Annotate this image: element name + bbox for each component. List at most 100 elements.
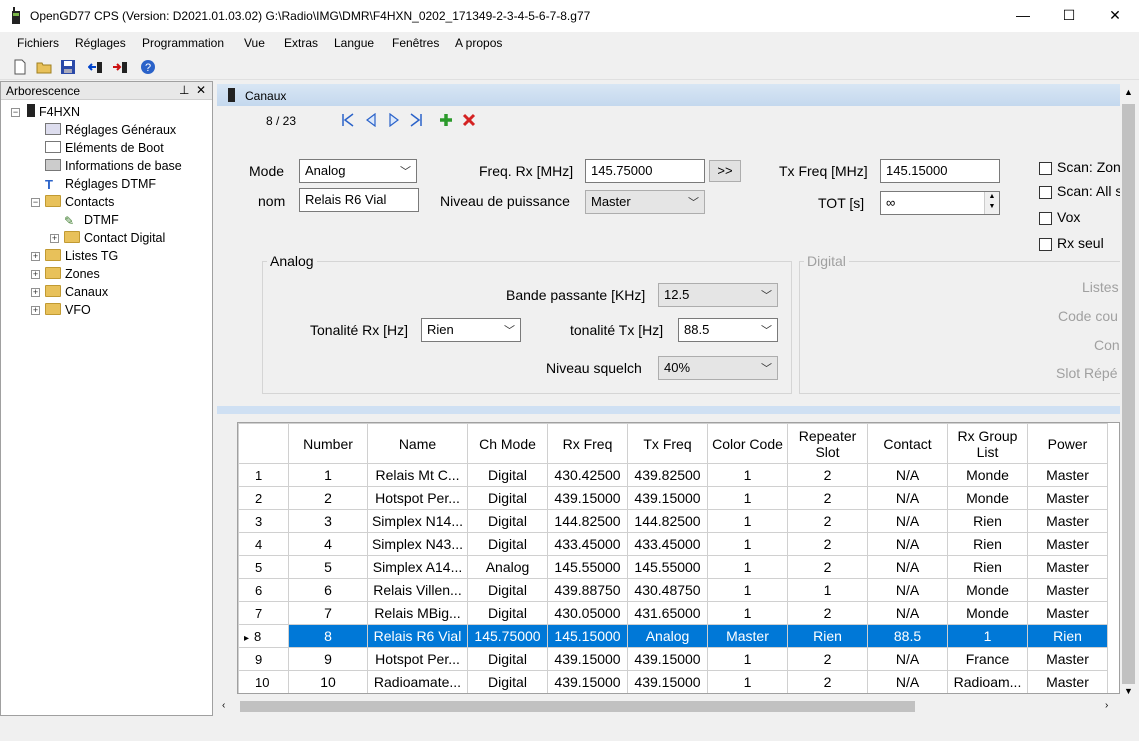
table-cell[interactable]: 431.65000 bbox=[627, 601, 708, 625]
table-cell[interactable]: 2 bbox=[787, 601, 868, 625]
tree-item-dtmf-settings[interactable]: T Réglages DTMF bbox=[45, 175, 156, 193]
tx-tone-select[interactable]: 88.5 ﹀ bbox=[678, 318, 778, 342]
table-cell[interactable]: 433.45000 bbox=[627, 532, 708, 556]
table-cell[interactable]: Master bbox=[1027, 509, 1108, 533]
table-cell[interactable]: Rien bbox=[787, 624, 868, 648]
col-color-code[interactable]: Color Code bbox=[707, 423, 788, 464]
table-cell[interactable]: Monde bbox=[947, 601, 1028, 625]
first-icon[interactable] bbox=[341, 113, 355, 127]
tree-item-zones[interactable]: Zones bbox=[45, 265, 100, 283]
tree-item-canaux[interactable]: Canaux bbox=[45, 283, 108, 301]
table-cell[interactable]: Relais R6 Vial bbox=[367, 624, 468, 648]
horizontal-scrollbar[interactable]: ‹ › bbox=[217, 698, 1120, 715]
bandwidth-select[interactable]: 12.5 ﹀ bbox=[658, 283, 778, 307]
table-row[interactable]: 6 6 Relais Villen... Digital 439.88750 430.48… bbox=[238, 578, 1108, 602]
table-cell[interactable]: 7 bbox=[288, 601, 368, 625]
menu-vue[interactable]: Vue bbox=[244, 36, 265, 50]
table-row[interactable]: 9 9 Hotspot Per... Digital 439.15000 439.1500… bbox=[238, 647, 1108, 671]
table-cell[interactable]: Digital bbox=[467, 670, 548, 693]
scroll-down-icon[interactable]: ▼ bbox=[1124, 686, 1133, 696]
table-cell[interactable]: N/A bbox=[867, 486, 948, 510]
table-cell[interactable]: N/A bbox=[867, 647, 948, 671]
table-cell[interactable]: Digital bbox=[467, 463, 548, 487]
col-contact[interactable]: Contact bbox=[867, 423, 948, 464]
minimize-button[interactable]: — bbox=[1000, 0, 1046, 31]
col-power[interactable]: Power bbox=[1027, 423, 1108, 464]
table-cell[interactable]: Master bbox=[1027, 578, 1108, 602]
table-cell[interactable]: Master bbox=[1027, 670, 1108, 693]
table-cell[interactable]: 1 bbox=[707, 463, 788, 487]
table-cell[interactable]: Master bbox=[1027, 601, 1108, 625]
row-header-cell[interactable]: 2 bbox=[238, 486, 289, 510]
table-cell[interactable]: Monde bbox=[947, 578, 1028, 602]
read-radio-icon[interactable] bbox=[88, 59, 104, 75]
table-cell[interactable]: 439.88750 bbox=[547, 578, 628, 602]
col-name[interactable]: Name bbox=[367, 423, 468, 464]
table-cell[interactable]: 439.15000 bbox=[547, 670, 628, 693]
add-icon[interactable] bbox=[438, 112, 454, 128]
table-cell[interactable]: 1 bbox=[707, 532, 788, 556]
table-cell[interactable]: 439.15000 bbox=[627, 486, 708, 510]
table-cell[interactable]: N/A bbox=[867, 509, 948, 533]
spinner-arrows-icon[interactable]: ▲ ▼ bbox=[984, 192, 999, 214]
table-cell[interactable]: Digital bbox=[467, 509, 548, 533]
expand-listes-tg-icon[interactable]: + bbox=[31, 252, 40, 261]
row-header-cell[interactable]: 1 bbox=[238, 463, 289, 487]
row-header-cell[interactable]: 10 bbox=[238, 670, 289, 693]
table-cell[interactable]: 1 bbox=[707, 601, 788, 625]
row-header-cell[interactable]: 7 bbox=[238, 601, 289, 625]
tot-input[interactable]: ∞ ▲ ▼ bbox=[880, 191, 1000, 215]
table-cell[interactable]: Analog bbox=[627, 624, 708, 648]
table-cell[interactable]: 1 bbox=[707, 555, 788, 579]
table-row[interactable]: 5 5 Simplex A14... Analog 145.55000 145.55000… bbox=[238, 555, 1108, 579]
table-cell[interactable]: 1 bbox=[787, 578, 868, 602]
table-cell[interactable]: N/A bbox=[867, 463, 948, 487]
table-cell[interactable]: Rien bbox=[947, 555, 1028, 579]
table-row[interactable]: ▸ 8 8 Relais R6 Vial 145.75000 145.15000 Analo… bbox=[238, 624, 1108, 648]
vox-checkbox[interactable] bbox=[1039, 212, 1052, 225]
table-cell[interactable]: 10 bbox=[288, 670, 368, 693]
table-cell[interactable]: Digital bbox=[467, 647, 548, 671]
scroll-right-icon[interactable]: › bbox=[1105, 700, 1108, 711]
table-cell[interactable]: N/A bbox=[867, 670, 948, 693]
expand-zones-icon[interactable]: + bbox=[31, 270, 40, 279]
table-cell[interactable]: 8 bbox=[288, 624, 368, 648]
table-cell[interactable]: 2 bbox=[787, 463, 868, 487]
table-cell[interactable]: Master bbox=[1027, 555, 1108, 579]
pin-icon[interactable]: ⊥ bbox=[179, 83, 189, 97]
tree-item-reglages-generaux[interactable]: Réglages Généraux bbox=[45, 121, 176, 139]
splitter-bar[interactable] bbox=[217, 406, 1120, 414]
table-cell[interactable]: Master bbox=[707, 624, 788, 648]
open-folder-icon[interactable] bbox=[36, 59, 52, 75]
table-cell[interactable]: 2 bbox=[787, 670, 868, 693]
table-cell[interactable]: Simplex A14... bbox=[367, 555, 468, 579]
last-icon[interactable] bbox=[409, 113, 423, 127]
table-row[interactable]: 2 2 Hotspot Per... Digital 439.15000 439.1500… bbox=[238, 486, 1108, 510]
rx-tone-select[interactable]: Rien ﹀ bbox=[421, 318, 521, 342]
table-cell[interactable]: Master bbox=[1027, 647, 1108, 671]
col-repeater-slot[interactable]: Repeater Slot bbox=[787, 423, 868, 464]
save-icon[interactable] bbox=[60, 59, 76, 75]
tree-item-listes-tg[interactable]: Listes TG bbox=[45, 247, 118, 265]
delete-icon[interactable] bbox=[461, 112, 477, 128]
col-rx-freq[interactable]: Rx Freq bbox=[547, 423, 628, 464]
table-cell[interactable]: 144.82500 bbox=[627, 509, 708, 533]
table-cell[interactable]: 2 bbox=[787, 486, 868, 510]
menu-a-propos[interactable]: A propos bbox=[455, 36, 502, 50]
table-cell[interactable]: Radioamate... bbox=[367, 670, 468, 693]
table-cell[interactable]: 2 bbox=[787, 555, 868, 579]
expand-canaux-icon[interactable]: + bbox=[31, 288, 40, 297]
table-cell[interactable]: 144.82500 bbox=[547, 509, 628, 533]
help-icon[interactable]: ? bbox=[140, 59, 156, 75]
write-radio-icon[interactable] bbox=[112, 59, 128, 75]
col-ch-mode[interactable]: Ch Mode bbox=[467, 423, 548, 464]
table-row[interactable]: 1 1 Relais Mt C... Digital 430.42500 439.8250… bbox=[238, 463, 1108, 487]
table-cell[interactable]: Relais Villen... bbox=[367, 578, 468, 602]
row-header-cell[interactable]: 5 bbox=[238, 555, 289, 579]
table-cell[interactable]: 145.55000 bbox=[547, 555, 628, 579]
table-cell[interactable]: 9 bbox=[288, 647, 368, 671]
table-cell[interactable]: 88.5 bbox=[867, 624, 948, 648]
table-cell[interactable]: Hotspot Per... bbox=[367, 647, 468, 671]
expand-vfo-icon[interactable]: + bbox=[31, 306, 40, 315]
table-cell[interactable]: Monde bbox=[947, 463, 1028, 487]
